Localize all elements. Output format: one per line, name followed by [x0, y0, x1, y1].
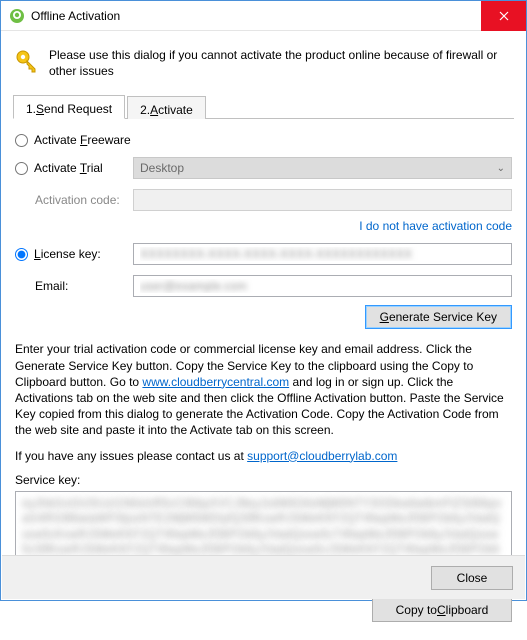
- license-key-input[interactable]: [133, 243, 512, 265]
- key-icon: [15, 49, 39, 73]
- cloudberry-central-link[interactable]: www.cloudberrycentral.com: [142, 375, 289, 389]
- copy-to-clipboard-button[interactable]: Copy to Clipboard: [372, 598, 512, 622]
- chevron-down-icon: ⌄: [497, 163, 505, 174]
- title-bar: Offline Activation: [1, 1, 526, 31]
- instructions-text: Enter your trial activation code or comm…: [15, 341, 512, 438]
- window-title: Offline Activation: [31, 9, 481, 23]
- tab-strip: 1. Send Request 2. Activate: [13, 95, 514, 119]
- app-icon: [9, 8, 25, 24]
- email-input[interactable]: [133, 275, 512, 297]
- issues-text: If you have any issues please contact us…: [15, 449, 512, 463]
- dialog-footer: Close: [2, 555, 525, 599]
- window-close-button[interactable]: [481, 1, 526, 31]
- close-icon: [499, 11, 509, 21]
- radio-license-key[interactable]: License key:: [15, 247, 133, 261]
- activation-code-input: [133, 189, 512, 211]
- radio-license-input[interactable]: [15, 248, 28, 261]
- radio-activate-trial[interactable]: Activate Trial: [15, 161, 133, 175]
- close-button[interactable]: Close: [431, 566, 513, 590]
- email-label: Email:: [15, 279, 133, 293]
- no-activation-code-link[interactable]: I do not have activation code: [359, 219, 512, 233]
- radio-activate-freeware[interactable]: Activate Freeware: [15, 133, 133, 147]
- support-email-link[interactable]: support@cloudberrylab.com: [247, 449, 397, 463]
- trial-type-value: Desktop: [140, 161, 184, 175]
- hint-text: Please use this dialog if you cannot act…: [49, 47, 512, 79]
- service-key-label: Service key:: [15, 473, 512, 487]
- tab-send-request[interactable]: 1. Send Request: [13, 95, 125, 119]
- radio-freeware-input[interactable]: [15, 134, 28, 147]
- tab-activate[interactable]: 2. Activate: [127, 96, 206, 119]
- trial-type-dropdown[interactable]: Desktop ⌄: [133, 157, 512, 179]
- radio-trial-input[interactable]: [15, 162, 28, 175]
- generate-service-key-button[interactable]: Generate Service Key: [365, 305, 512, 329]
- activation-code-label: Activation code:: [15, 193, 133, 207]
